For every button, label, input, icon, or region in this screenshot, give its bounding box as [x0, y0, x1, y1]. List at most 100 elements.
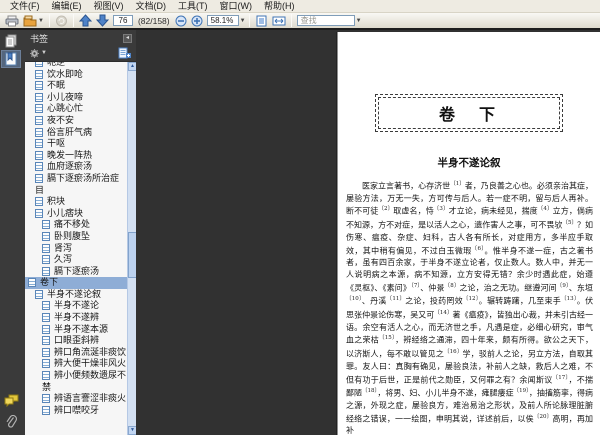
new-bookmark-button[interactable] — [118, 47, 131, 59]
bookmark-item[interactable]: 久泻 — [25, 254, 127, 266]
fit-width-button[interactable] — [270, 13, 288, 28]
bookmark-label: 心跳心忙 — [47, 103, 84, 114]
bookmark-page-icon — [35, 289, 43, 299]
bookmark-page-icon — [42, 359, 50, 369]
bookmark-page-icon — [35, 104, 43, 114]
bookmark-page-icon — [35, 150, 43, 160]
bookmark-label: 积块 — [47, 196, 66, 207]
bookmark-page-icon — [42, 324, 50, 334]
bookmark-item[interactable]: 血府逐瘀汤 — [25, 161, 127, 173]
bookmark-label: 辨小便频数遗尿不禁 — [42, 370, 127, 392]
bookmark-item[interactable]: 肾泻 — [25, 243, 127, 255]
bookmark-item[interactable]: 半身不遂论叙 — [25, 289, 127, 301]
paperclip-icon — [5, 415, 17, 429]
previous-page-button[interactable] — [77, 13, 94, 28]
tree-scrollbar[interactable]: ▲ ▼ — [127, 62, 136, 435]
bookmark-item[interactable]: 卷下 — [25, 277, 127, 289]
search-dropdown-caret[interactable]: ▼ — [356, 18, 362, 24]
bookmark-item[interactable]: 小儿夜啼 — [25, 92, 127, 104]
bookmarks-sidebar: 书签 ◂ ▼ 呃逆 饮水即呛 不眠 小儿夜啼 心跳心忙 夜不安 俗言肝气病 干呕… — [22, 30, 136, 435]
bookmark-label: 肾泻 — [54, 242, 73, 253]
bookmark-page-icon — [28, 278, 36, 288]
bookmark-item[interactable]: 辨小便频数遗尿不禁 — [25, 370, 127, 393]
menu-item[interactable]: 文档(D) — [130, 0, 173, 12]
bookmark-page-icon — [35, 139, 43, 149]
bookmark-page-icon — [42, 231, 50, 241]
bookmark-label: 夜不安 — [47, 114, 75, 125]
bookmark-label: 辨口角流涎非痰饮 — [54, 346, 127, 357]
menu-item[interactable]: 工具(T) — [172, 0, 214, 12]
zoom-dropdown-caret[interactable]: ▼ — [240, 18, 246, 24]
bookmark-item[interactable]: 半身不遂辨 — [25, 312, 127, 324]
search-input[interactable]: 查找 — [296, 15, 355, 26]
scrollbar-thumb[interactable] — [128, 232, 136, 278]
bookmark-item[interactable]: 膈下逐瘀汤所治症目 — [25, 173, 127, 196]
bookmark-item[interactable]: 辨口噤咬牙 — [25, 405, 127, 417]
zoom-in-button[interactable] — [189, 13, 205, 28]
pages-panel-button[interactable] — [1, 32, 21, 50]
actual-size-button[interactable] — [253, 13, 270, 28]
bookmark-page-icon — [42, 336, 50, 346]
printer-icon — [5, 15, 19, 27]
bookmark-item[interactable]: 夜不安 — [25, 115, 127, 127]
bookmark-item[interactable]: 积块 — [25, 196, 127, 208]
bookmark-item[interactable]: 心跳心忙 — [25, 103, 127, 115]
menu-item[interactable]: 编辑(E) — [46, 0, 88, 12]
next-page-button[interactable] — [94, 13, 111, 28]
close-panel-button[interactable]: ◂ — [123, 33, 132, 43]
bookmark-label: 半身不遂论 — [54, 300, 100, 311]
bookmark-item[interactable]: 呃逆 — [25, 62, 127, 69]
rotate-icon — [55, 15, 68, 27]
pages-icon — [5, 34, 18, 48]
save-dropdown-caret[interactable]: ▼ — [38, 18, 44, 24]
options-caret: ▼ — [41, 50, 47, 56]
page-number-input[interactable]: 76 — [112, 15, 133, 26]
bookmark-label: 不眠 — [47, 80, 66, 91]
bookmark-item[interactable]: 口眼歪斜辨 — [25, 335, 127, 347]
bookmark-label: 晚发一阵热 — [47, 149, 93, 160]
bookmark-item[interactable]: 卧则腹坠 — [25, 231, 127, 243]
options-button[interactable]: ▼ — [29, 48, 47, 59]
bookmark-tree: 呃逆 饮水即呛 不眠 小儿夜啼 心跳心忙 夜不安 俗言肝气病 干呕 晚发一阵热 … — [25, 61, 136, 435]
document-page: 卷 下 半身不遂论叙 医家立言著书，心存济世〔1〕者，乃良善之心也。必须亲治其症… — [338, 32, 600, 435]
bookmark-list: 呃逆 饮水即呛 不眠 小儿夜啼 心跳心忙 夜不安 俗言肝气病 干呕 晚发一阵热 … — [25, 62, 127, 417]
bookmark-label: 半身不遂论叙 — [47, 288, 102, 299]
bookmark-item[interactable]: 不眠 — [25, 80, 127, 92]
bookmark-item[interactable]: 辨大便干燥非风火 — [25, 358, 127, 370]
bookmark-item[interactable]: 辨语言謇涩非痰火 — [25, 393, 127, 405]
bookmark-label: 痛不移处 — [54, 219, 91, 230]
bookmark-item[interactable]: 半身不遂本源 — [25, 324, 127, 336]
bookmark-page-icon — [35, 69, 43, 79]
menu-item[interactable]: 窗口(W) — [214, 0, 259, 12]
arrow-up-icon — [78, 14, 92, 27]
bookmark-icon — [5, 52, 17, 66]
attachments-panel-button[interactable] — [1, 413, 21, 431]
navigation-strip — [0, 30, 22, 435]
bookmark-item[interactable]: 干呕 — [25, 138, 127, 150]
bookmark-item[interactable]: 半身不遂论 — [25, 300, 127, 312]
menu-item[interactable]: 视图(V) — [88, 0, 130, 12]
document-canvas[interactable]: 卷 下 半身不遂论叙 医家立言著书，心存济世〔1〕者，乃良善之心也。必须亲治其症… — [136, 30, 600, 435]
zoom-level-input[interactable]: 58.1% — [206, 15, 239, 26]
bookmark-item[interactable]: 膈下逐瘀汤 — [25, 266, 127, 278]
menu-item[interactable]: 帮助(H) — [258, 0, 301, 12]
save-button[interactable]: ▼ — [21, 13, 46, 28]
panel-toolbar: ▼ — [22, 46, 136, 61]
bookmark-label: 卧则腹坠 — [54, 230, 91, 241]
bookmark-item[interactable]: 晚发一阵热 — [25, 150, 127, 162]
bookmark-item[interactable]: 俗言肝气病 — [25, 127, 127, 139]
print-button[interactable] — [3, 13, 21, 28]
scroll-down-arrow[interactable]: ▼ — [128, 426, 136, 435]
bookmark-item[interactable]: 饮水即呛 — [25, 69, 127, 81]
menu-item[interactable]: 文件(F) — [4, 0, 46, 12]
bookmark-page-icon — [42, 394, 50, 404]
comments-panel-button[interactable] — [1, 391, 21, 409]
scroll-up-arrow[interactable]: ▲ — [128, 62, 136, 71]
zoom-out-button[interactable] — [173, 13, 189, 28]
bookmark-item[interactable]: 痛不移处 — [25, 219, 127, 231]
bookmark-item[interactable]: 辨口角流涎非痰饮 — [25, 347, 127, 359]
bookmark-item[interactable]: 小儿痞块 — [25, 208, 127, 220]
bookmarks-panel-button[interactable] — [1, 50, 21, 68]
section-title: 半身不遂论叙 — [437, 157, 501, 169]
bookmark-page-icon — [35, 208, 43, 218]
